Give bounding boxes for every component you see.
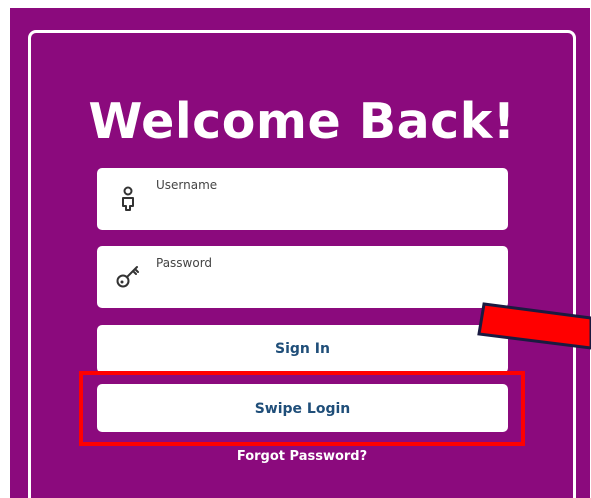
- sign-in-button[interactable]: Sign In: [97, 325, 508, 373]
- key-icon: [116, 266, 139, 288]
- highlight-box: [79, 371, 525, 446]
- user-icon: [122, 186, 134, 211]
- page-title: Welcome Back!: [88, 93, 516, 150]
- password-label: Password: [156, 256, 213, 270]
- username-field[interactable]: Username: [97, 168, 508, 230]
- password-field[interactable]: Password: [97, 246, 508, 308]
- pointer-arrow: [477, 302, 591, 350]
- username-label: Username: [156, 178, 218, 192]
- forgot-password-link[interactable]: Forgot Password?: [28, 449, 576, 464]
- screenshot-frame: Welcome Back! Username Password Sign In …: [0, 0, 591, 498]
